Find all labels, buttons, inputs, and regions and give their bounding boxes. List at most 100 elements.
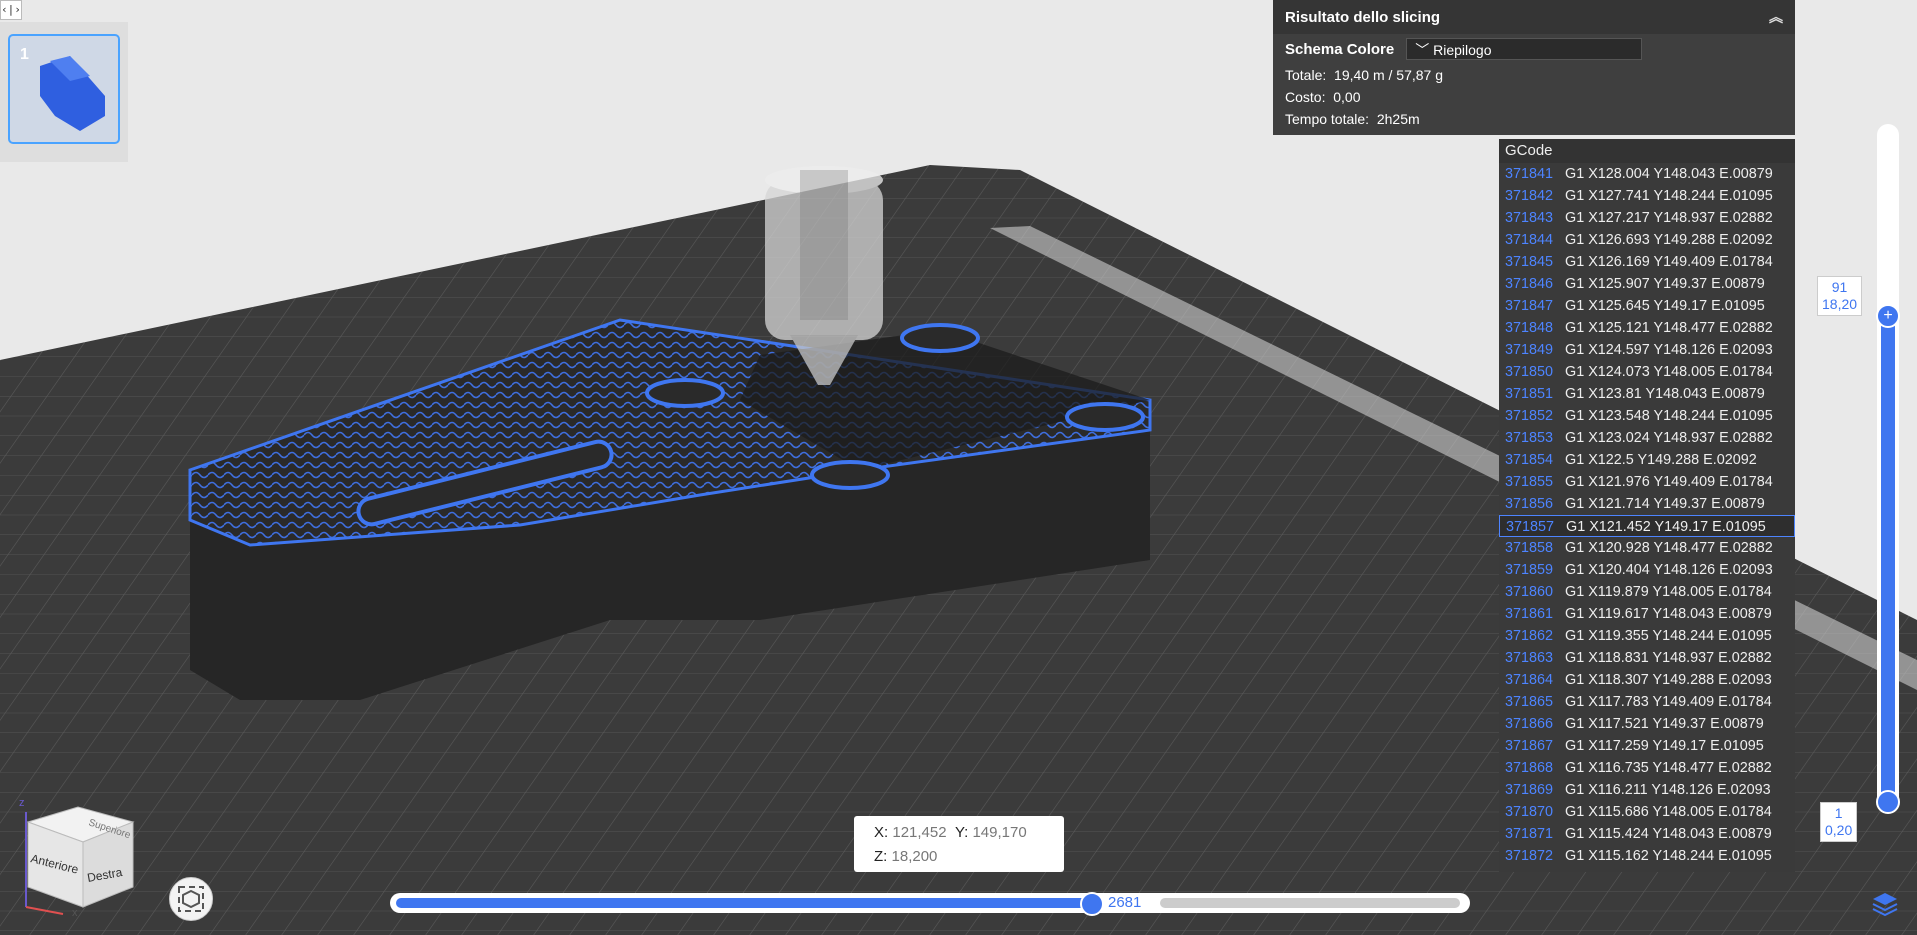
gcode-line-number: 371849 xyxy=(1505,342,1554,358)
panel-toggle-button[interactable]: ‹|› xyxy=(0,0,22,20)
gcode-line-number: 371843 xyxy=(1505,210,1554,226)
cost-label: Costo: xyxy=(1285,89,1326,105)
view-cube[interactable]: Superiore Anteriore Destra z x xyxy=(18,792,148,917)
move-slider-handle[interactable] xyxy=(1080,892,1104,916)
slicing-result-panel: Risultato dello slicing ︽ Schema Colore … xyxy=(1273,0,1795,135)
gcode-line[interactable]: 371854 G1 X122.5 Y149.288 E.02092 xyxy=(1499,449,1795,471)
gcode-line[interactable]: 371853 G1 X123.024 Y148.937 E.02882 xyxy=(1499,427,1795,449)
gcode-line-number: 371863 xyxy=(1505,650,1554,666)
upper-layer-label: 91 18,20 xyxy=(1817,276,1863,316)
gcode-command: G1 X116.735 Y148.477 E.02882 xyxy=(1565,760,1772,776)
gcode-line[interactable]: 371849 G1 X124.597 Y148.126 E.02093 xyxy=(1499,339,1795,361)
layers-icon[interactable] xyxy=(1870,890,1900,918)
gcode-line[interactable]: 371855 G1 X121.976 Y149.409 E.01784 xyxy=(1499,471,1795,493)
upper-layer-handle[interactable]: + xyxy=(1876,304,1900,328)
gcode-command: G1 X115.424 Y148.043 E.00879 xyxy=(1565,826,1772,842)
gcode-line[interactable]: 371856 G1 X121.714 Y149.37 E.00879 xyxy=(1499,493,1795,515)
gcode-line[interactable]: 371848 G1 X125.121 Y148.477 E.02882 xyxy=(1499,317,1795,339)
gcode-command: G1 X125.121 Y148.477 E.02882 xyxy=(1565,320,1773,336)
color-scheme-value: Riepilogo xyxy=(1433,42,1492,58)
plate-thumbnail[interactable]: 1 xyxy=(8,34,120,144)
gcode-line[interactable]: 371859 G1 X120.404 Y148.126 E.02093 xyxy=(1499,559,1795,581)
x-axis-line xyxy=(25,906,64,915)
gcode-line[interactable]: 371847 G1 X125.645 Y149.17 E.01095 xyxy=(1499,295,1795,317)
gcode-list[interactable]: 371841 G1 X128.004 Y148.043 E.00879 371842… xyxy=(1499,163,1795,867)
gcode-line[interactable]: 371863 G1 X118.831 Y148.937 E.02882 xyxy=(1499,647,1795,669)
gcode-command: G1 X118.307 Y149.288 E.02093 xyxy=(1565,672,1772,688)
z-axis-label: z xyxy=(19,797,25,809)
mount-hole xyxy=(810,460,890,490)
chevron-up-double-icon[interactable]: ︽ xyxy=(1769,7,1783,27)
time-value: 2h25m xyxy=(1376,111,1420,127)
gcode-command: G1 X117.259 Y149.17 E.01095 xyxy=(1565,738,1764,754)
gcode-command: G1 X121.714 Y149.37 E.00879 xyxy=(1565,496,1765,512)
gcode-line-number: 371859 xyxy=(1505,562,1554,578)
x-axis-label: x xyxy=(72,907,78,917)
gcode-line-number: 371872 xyxy=(1505,848,1554,864)
gcode-line-number: 371855 xyxy=(1505,474,1554,490)
gcode-line[interactable]: 371844 G1 X126.693 Y149.288 E.02092 xyxy=(1499,229,1795,251)
gcode-command: G1 X123.81 Y148.043 E.00879 xyxy=(1565,386,1765,402)
upper-layer-height: 18,20 xyxy=(1822,296,1858,312)
gcode-line[interactable]: 371842 G1 X127.741 Y148.244 E.01095 xyxy=(1499,185,1795,207)
gcode-command: G1 X120.404 Y148.126 E.02093 xyxy=(1565,562,1773,578)
gcode-line[interactable]: 371864 G1 X118.307 Y149.288 E.02093 xyxy=(1499,669,1795,691)
total-label: Totale: xyxy=(1285,67,1327,83)
mount-hole xyxy=(900,323,980,353)
chevron-down-icon: ﹀ xyxy=(1415,42,1430,58)
gcode-command: G1 X126.693 Y149.288 E.02092 xyxy=(1565,232,1773,248)
gcode-line[interactable]: 371862 G1 X119.355 Y148.244 E.01095 xyxy=(1499,625,1795,647)
gcode-line-number: 371867 xyxy=(1505,738,1554,754)
gcode-line-number: 371844 xyxy=(1505,232,1554,248)
total-row: Totale: 19,40 m / 57,87 g xyxy=(1273,64,1795,86)
gcode-line[interactable]: 371870 G1 X115.686 Y148.005 E.01784 xyxy=(1499,801,1795,823)
gcode-line-number: 371857 xyxy=(1506,519,1555,535)
color-scheme-select[interactable]: ﹀ Riepilogo xyxy=(1406,38,1643,60)
gcode-command: G1 X122.5 Y149.288 E.02092 xyxy=(1565,452,1757,468)
gcode-line[interactable]: 371860 G1 X119.879 Y148.005 E.01784 xyxy=(1499,581,1795,603)
lower-layer-number: 1 xyxy=(1834,805,1843,821)
gcode-line-number: 371862 xyxy=(1505,628,1554,644)
gcode-line-number: 371858 xyxy=(1505,540,1554,556)
gcode-command: G1 X119.617 Y148.043 E.00879 xyxy=(1565,606,1772,622)
mount-hole xyxy=(1065,402,1145,432)
lower-layer-label: 1 0,20 xyxy=(1820,802,1858,842)
gcode-line-number: 371856 xyxy=(1505,496,1554,512)
gcode-line[interactable]: 371845 G1 X126.169 Y149.409 E.01784 xyxy=(1499,251,1795,273)
gcode-command: G1 X118.831 Y148.937 E.02882 xyxy=(1565,650,1772,666)
gcode-line-number: 371846 xyxy=(1505,276,1554,292)
gcode-line[interactable]: 371872 G1 X115.162 Y148.244 E.01095 xyxy=(1499,845,1795,867)
gcode-command: G1 X124.073 Y148.005 E.01784 xyxy=(1565,364,1773,380)
gcode-line[interactable]: 371868 G1 X116.735 Y148.477 E.02882 xyxy=(1499,757,1795,779)
lower-layer-handle[interactable] xyxy=(1876,790,1900,814)
gcode-command: G1 X127.217 Y148.937 E.02882 xyxy=(1565,210,1773,226)
gcode-line[interactable]: 371857 G1 X121.452 Y149.17 E.01095 xyxy=(1499,515,1795,537)
gcode-line[interactable]: 371867 G1 X117.259 Y149.17 E.01095 xyxy=(1499,735,1795,757)
gcode-line[interactable]: 371841 G1 X128.004 Y148.043 E.00879 xyxy=(1499,163,1795,185)
gcode-command: G1 X115.162 Y148.244 E.01095 xyxy=(1565,848,1772,864)
gcode-line-number: 371860 xyxy=(1505,584,1554,600)
gcode-line[interactable]: 371846 G1 X125.907 Y149.37 E.00879 xyxy=(1499,273,1795,295)
gcode-command: G1 X121.452 Y149.17 E.01095 xyxy=(1566,519,1766,535)
gcode-line[interactable]: 371861 G1 X119.617 Y148.043 E.00879 xyxy=(1499,603,1795,625)
layer-slider[interactable]: + xyxy=(1876,124,1900,814)
gcode-line[interactable]: 371851 G1 X123.81 Y148.043 E.00879 xyxy=(1499,383,1795,405)
gcode-line[interactable]: 371852 G1 X123.548 Y148.244 E.01095 xyxy=(1499,405,1795,427)
z-value: 18,200 xyxy=(891,848,938,865)
gcode-line[interactable]: 371843 G1 X127.217 Y148.937 E.02882 xyxy=(1499,207,1795,229)
gcode-line[interactable]: 371850 G1 X124.073 Y148.005 E.01784 xyxy=(1499,361,1795,383)
gcode-line-number: 371870 xyxy=(1505,804,1554,820)
gcode-line[interactable]: 371865 G1 X117.783 Y149.409 E.01784 xyxy=(1499,691,1795,713)
y-value: 149,170 xyxy=(972,824,1027,841)
gcode-line[interactable]: 371866 G1 X117.521 Y149.37 E.00879 xyxy=(1499,713,1795,735)
gcode-line-number: 371868 xyxy=(1505,760,1554,776)
gcode-command: G1 X123.024 Y148.937 E.02882 xyxy=(1565,430,1773,446)
view-cube-icon[interactable] xyxy=(169,877,213,921)
gcode-line[interactable]: 371869 G1 X116.211 Y148.126 E.02093 xyxy=(1499,779,1795,801)
color-scheme-label: Schema Colore xyxy=(1285,40,1395,58)
lower-layer-height: 0,20 xyxy=(1825,822,1853,838)
gcode-line[interactable]: 371858 G1 X120.928 Y148.477 E.02882 xyxy=(1499,537,1795,559)
gcode-line[interactable]: 371871 G1 X115.424 Y148.043 E.00879 xyxy=(1499,823,1795,845)
move-slider[interactable]: 2681 xyxy=(390,892,1470,916)
gcode-line-number: 371851 xyxy=(1505,386,1554,402)
